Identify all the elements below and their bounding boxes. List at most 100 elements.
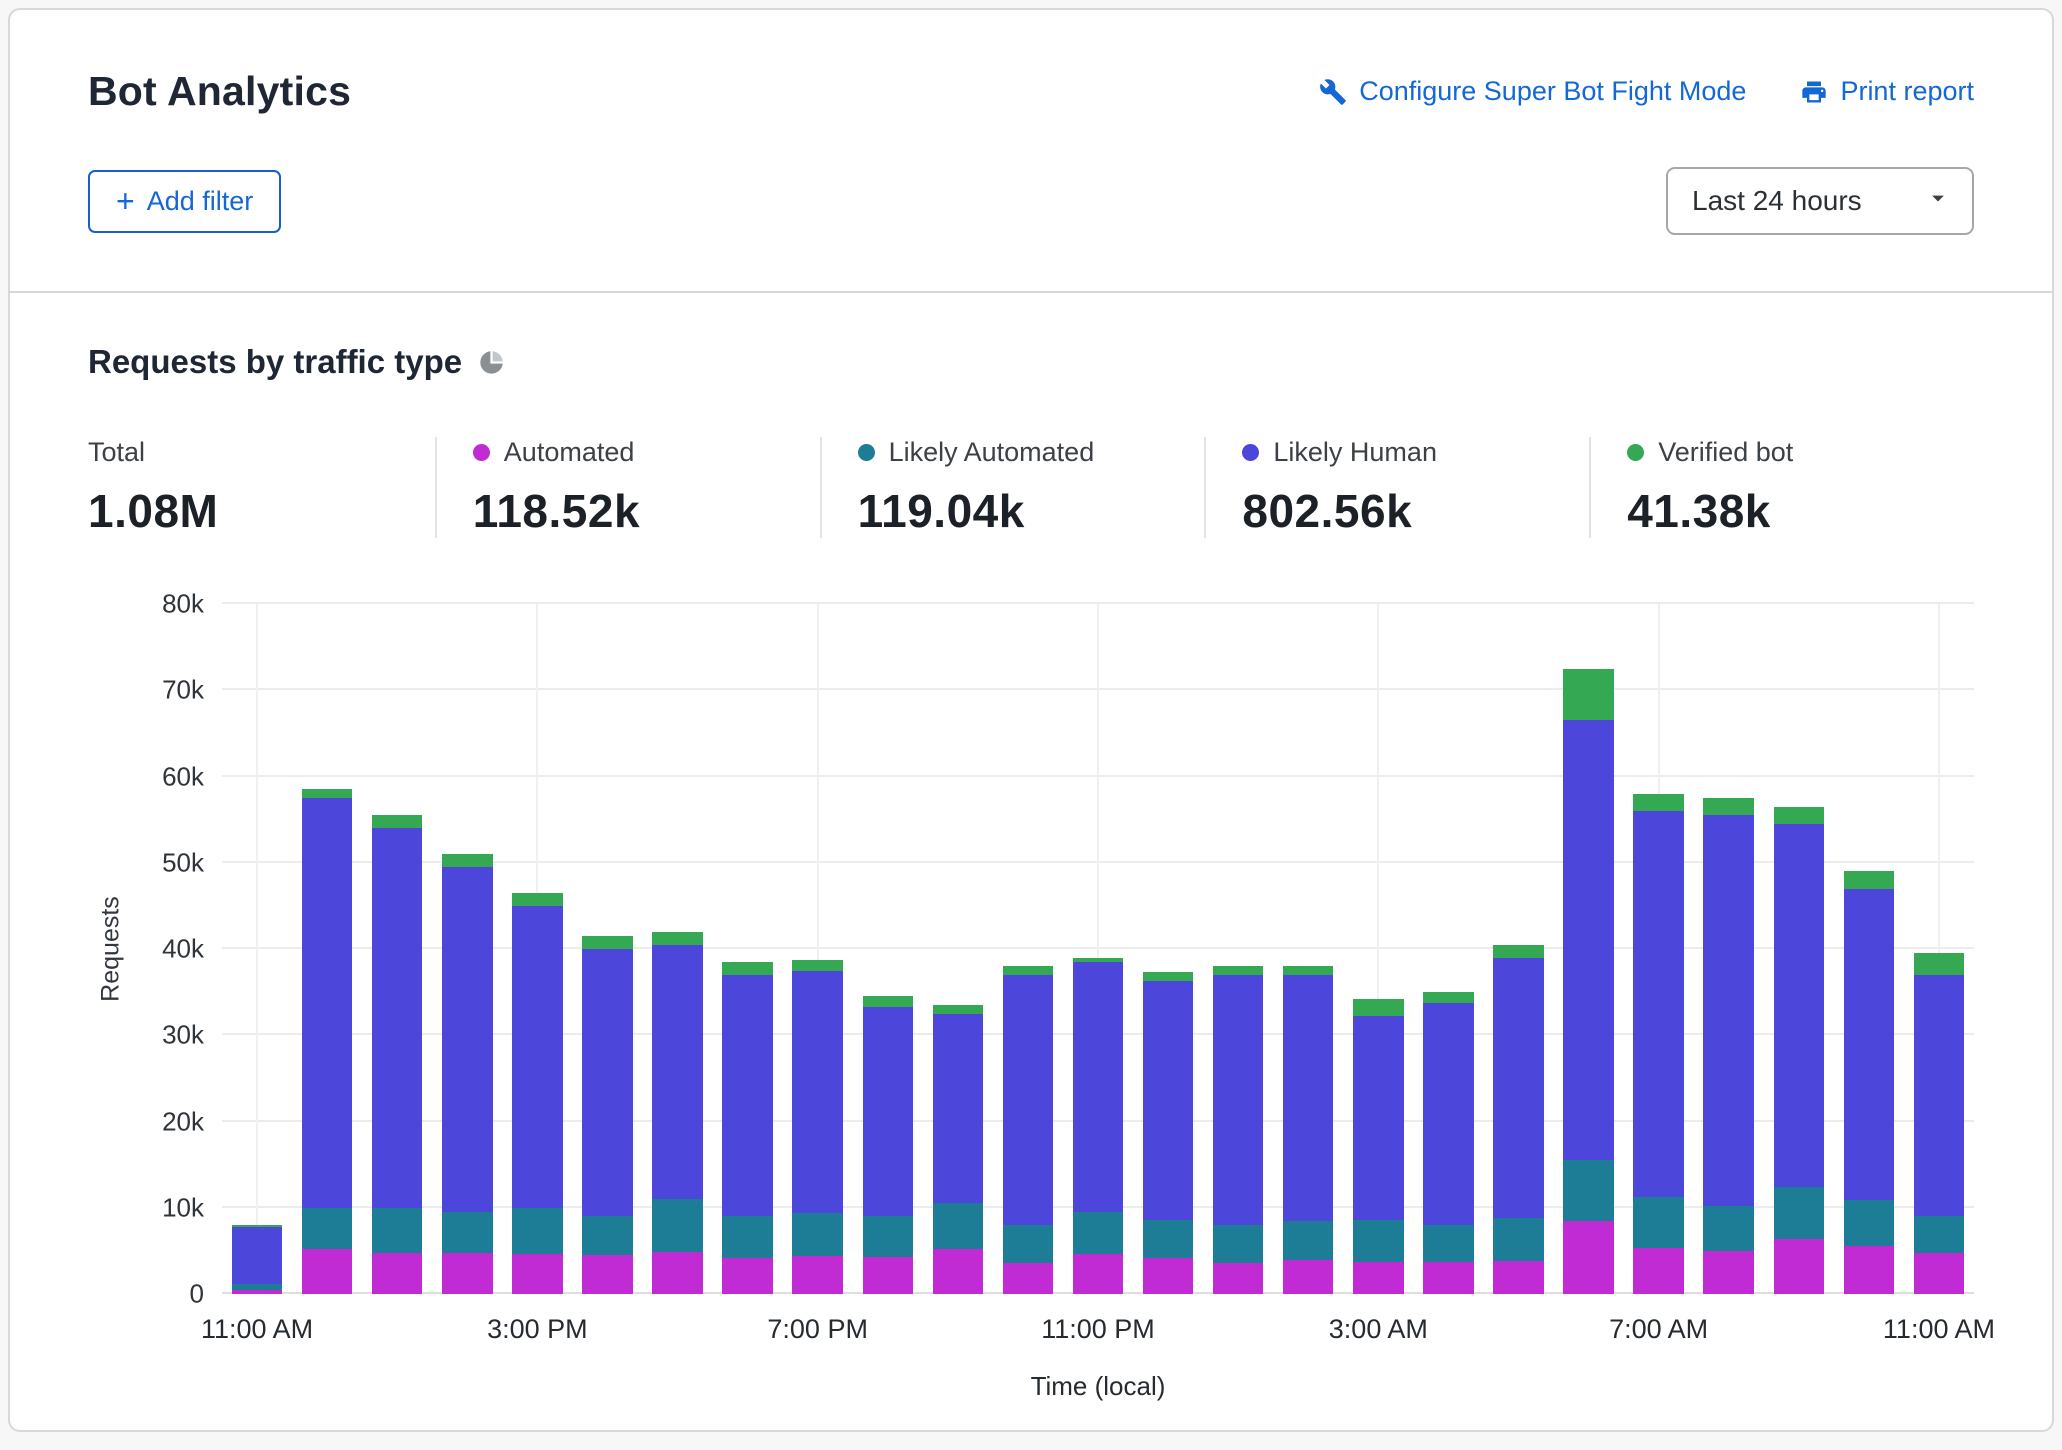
bar-9-segment-verified-bot bbox=[862, 996, 913, 1007]
stacked-bar-22[interactable] bbox=[1773, 604, 1824, 1294]
stacked-bar-3[interactable] bbox=[442, 604, 493, 1294]
configure-super-bot-fight-mode-link[interactable]: Configure Super Bot Fight Mode bbox=[1319, 76, 1746, 107]
stacked-bar-14[interactable] bbox=[1212, 604, 1264, 1294]
stat-total: Total 1.08M bbox=[88, 437, 435, 538]
stacked-bar-19[interactable] bbox=[1563, 604, 1614, 1294]
stacked-bar-21[interactable] bbox=[1703, 604, 1754, 1294]
bar-slot-24 bbox=[1904, 604, 1974, 1294]
bar-15-segment-likely-human bbox=[1282, 974, 1334, 1221]
stacked-bar-5[interactable] bbox=[582, 604, 633, 1294]
stacked-bar-10[interactable] bbox=[932, 604, 984, 1294]
stacked-bar-16[interactable] bbox=[1353, 604, 1404, 1294]
y-tick-label: 60k bbox=[162, 761, 204, 791]
stacked-bar-11[interactable] bbox=[1002, 604, 1054, 1294]
bars bbox=[222, 604, 1974, 1294]
bar-11-segment-verified-bot bbox=[1002, 966, 1054, 975]
requests-chart: Requests 0 10k 20k 30k 40k 50k 60k 70k 80k 11:00… bbox=[88, 589, 1995, 1406]
legend-likely-automated[interactable]: Likely Automated bbox=[857, 437, 1205, 468]
stacked-bar-15[interactable] bbox=[1282, 604, 1334, 1294]
stacked-bar-17[interactable] bbox=[1423, 604, 1474, 1294]
section-title: Requests by traffic type bbox=[88, 343, 1974, 381]
bar-19-segment-likely-automated bbox=[1563, 1160, 1614, 1221]
bar-14-segment-likely-automated bbox=[1212, 1225, 1264, 1263]
bar-7-segment-likely-automated bbox=[722, 1216, 773, 1258]
bar-slot-23 bbox=[1834, 604, 1904, 1294]
bar-1-segment-likely-automated bbox=[301, 1207, 353, 1250]
bar-3-segment-verified-bot bbox=[442, 854, 493, 868]
bar-15-segment-verified-bot bbox=[1282, 966, 1334, 975]
x-tick-label: 7:00 PM bbox=[767, 1314, 868, 1344]
bar-slot-14 bbox=[1203, 604, 1273, 1294]
bar-slot-11 bbox=[993, 604, 1063, 1294]
bar-slot-10 bbox=[923, 604, 993, 1294]
stacked-bar-23[interactable] bbox=[1843, 604, 1895, 1294]
bar-slot-13 bbox=[1133, 604, 1203, 1294]
header: Bot Analytics Configure Super Bot Fight … bbox=[10, 10, 2052, 291]
bar-10-segment-automated bbox=[932, 1249, 984, 1294]
bar-18-segment-likely-automated bbox=[1493, 1218, 1544, 1262]
stat-likely-automated: Likely Automated 119.04k bbox=[819, 437, 1205, 538]
stacked-bar-6[interactable] bbox=[652, 604, 703, 1294]
stacked-bar-12[interactable] bbox=[1072, 604, 1124, 1294]
bar-9-segment-automated bbox=[862, 1256, 913, 1294]
bar-3-segment-automated bbox=[442, 1253, 493, 1294]
stacked-bar-20[interactable] bbox=[1633, 604, 1684, 1294]
stacked-bar-13[interactable] bbox=[1142, 604, 1194, 1294]
time-range-select[interactable]: Last 24 hours bbox=[1666, 167, 1974, 235]
bar-12-segment-likely-human bbox=[1072, 961, 1124, 1213]
x-axis-ticks: 11:00 AM 3:00 PM 7:00 PM 11:00 PM 3:00 AM 7:0… bbox=[201, 1294, 1995, 1348]
printer-icon bbox=[1800, 78, 1828, 106]
bar-14-segment-verified-bot bbox=[1212, 966, 1264, 975]
bar-8-segment-verified-bot bbox=[792, 960, 843, 972]
bar-slot-1 bbox=[292, 604, 362, 1294]
y-tick-label: 80k bbox=[162, 588, 204, 619]
bar-22-segment-likely-automated bbox=[1773, 1187, 1824, 1239]
page-title: Bot Analytics bbox=[88, 68, 352, 114]
stacked-bar-9[interactable] bbox=[862, 604, 913, 1294]
bar-17-segment-likely-automated bbox=[1423, 1225, 1474, 1263]
stat-value-automated: 118.52k bbox=[472, 485, 641, 537]
stacked-bar-1[interactable] bbox=[301, 604, 353, 1294]
y-tick-label: 70k bbox=[162, 674, 204, 705]
stacked-bar-7[interactable] bbox=[722, 604, 773, 1294]
bar-12-segment-likely-automated bbox=[1072, 1212, 1124, 1255]
bar-4-segment-likely-automated bbox=[512, 1207, 563, 1255]
stat-value-verified-bot: 41.38k bbox=[1627, 485, 1771, 537]
bar-17-segment-likely-human bbox=[1423, 1003, 1474, 1226]
legend-likely-human[interactable]: Likely Human bbox=[1242, 437, 1589, 468]
stacked-bar-2[interactable] bbox=[371, 604, 423, 1294]
y-tick-label: 30k bbox=[162, 1019, 204, 1050]
y-axis-title: Requests bbox=[96, 896, 125, 1002]
bar-22-segment-likely-human bbox=[1773, 823, 1824, 1188]
bar-20-segment-verified-bot bbox=[1633, 793, 1684, 812]
print-report-link[interactable]: Print report bbox=[1800, 76, 1974, 107]
bar-21-segment-likely-automated bbox=[1703, 1206, 1754, 1251]
bar-21-segment-verified-bot bbox=[1703, 798, 1754, 816]
bar-2-segment-automated bbox=[371, 1253, 423, 1294]
add-filter-button[interactable]: + Add filter bbox=[88, 169, 282, 233]
legend-automated[interactable]: Automated bbox=[472, 437, 820, 468]
bar-21-segment-automated bbox=[1703, 1250, 1754, 1294]
bar-1-segment-automated bbox=[301, 1249, 353, 1294]
likely-human-legend-dot bbox=[1242, 444, 1260, 461]
y-tick-label: 40k bbox=[162, 933, 204, 964]
bar-23-segment-likely-human bbox=[1843, 888, 1895, 1200]
bar-24-segment-verified-bot bbox=[1913, 953, 1965, 975]
stacked-bar-8[interactable] bbox=[792, 604, 843, 1294]
bar-20-segment-likely-human bbox=[1633, 811, 1684, 1197]
stacked-bar-18[interactable] bbox=[1493, 604, 1544, 1294]
x-axis-title: Time (local) bbox=[1030, 1371, 1166, 1401]
bar-0-segment-likely-human bbox=[231, 1226, 283, 1284]
legend-verified-bot[interactable]: Verified bot bbox=[1627, 437, 1974, 468]
stat-label-text: Likely Automated bbox=[888, 437, 1095, 467]
bar-13-segment-automated bbox=[1142, 1257, 1194, 1294]
stacked-bar-4[interactable] bbox=[512, 604, 563, 1294]
stat-value-total: 1.08M bbox=[88, 485, 219, 537]
stacked-bar-0[interactable] bbox=[231, 604, 283, 1294]
bar-13-segment-likely-human bbox=[1142, 980, 1194, 1220]
x-tick-label: 11:00 PM bbox=[1041, 1314, 1155, 1344]
bar-16-segment-automated bbox=[1353, 1262, 1404, 1294]
add-filter-label: Add filter bbox=[146, 185, 254, 216]
stacked-bar-24[interactable] bbox=[1913, 604, 1965, 1294]
bar-slot-15 bbox=[1273, 604, 1343, 1294]
